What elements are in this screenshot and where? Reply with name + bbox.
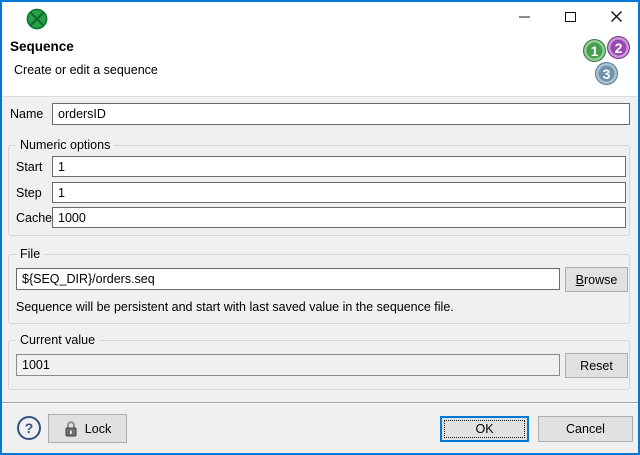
- file-path-input[interactable]: [16, 268, 560, 290]
- close-button[interactable]: [597, 2, 635, 31]
- sequence-dialog-window: Sequence Create or edit a sequence 1 2 3…: [0, 0, 640, 455]
- browse-button[interactable]: Browse: [565, 267, 628, 292]
- maximize-icon: [565, 12, 576, 22]
- step-label: Step: [16, 186, 42, 200]
- close-icon: [610, 10, 623, 23]
- titlebar[interactable]: [2, 2, 638, 32]
- padlock-icon: [64, 420, 78, 437]
- step-input[interactable]: [52, 182, 626, 203]
- name-label: Name: [10, 107, 43, 121]
- name-input[interactable]: [52, 103, 630, 125]
- reset-button[interactable]: Reset: [565, 353, 628, 378]
- step-badge-3: 3: [595, 62, 618, 85]
- page-title: Sequence: [10, 39, 74, 54]
- lock-button-label: Lock: [85, 422, 111, 436]
- ok-button[interactable]: OK: [440, 416, 529, 442]
- question-mark-icon: ?: [25, 420, 34, 436]
- page-subtitle: Create or edit a sequence: [14, 63, 158, 77]
- numeric-options-legend: Numeric options: [16, 138, 114, 152]
- cached-input[interactable]: [52, 207, 626, 228]
- footer-separator-highlight: [2, 403, 638, 404]
- maximize-button[interactable]: [551, 2, 589, 31]
- start-input[interactable]: [52, 156, 626, 177]
- current-value-input[interactable]: [16, 354, 560, 376]
- current-value-legend: Current value: [16, 333, 99, 347]
- file-persistence-note: Sequence will be persistent and start wi…: [16, 300, 454, 314]
- lock-button[interactable]: Lock: [48, 414, 127, 443]
- clover-app-icon: [26, 8, 48, 30]
- minimize-icon: [519, 16, 530, 18]
- step-badge-1: 1: [583, 39, 606, 62]
- minimize-button[interactable]: [505, 2, 543, 31]
- step-badge-2: 2: [607, 36, 630, 59]
- cancel-button[interactable]: Cancel: [538, 416, 633, 442]
- start-label: Start: [16, 160, 42, 174]
- file-legend: File: [16, 247, 44, 261]
- help-button[interactable]: ?: [17, 416, 41, 440]
